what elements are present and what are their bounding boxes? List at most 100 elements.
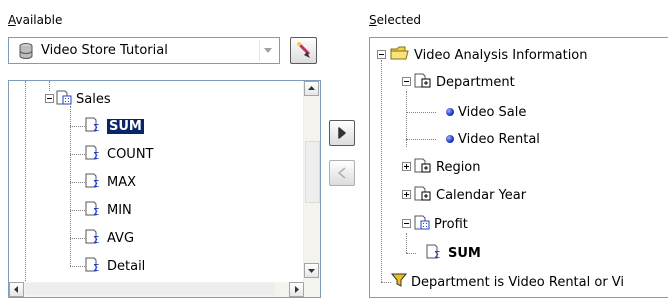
tree-line — [70, 238, 85, 239]
folder-grid-icon — [56, 89, 72, 109]
sigma-icon: Σ — [85, 256, 103, 276]
tree-node-min[interactable]: Σ MIN — [85, 200, 132, 220]
database-icon — [19, 43, 33, 62]
tree-node-region[interactable]: Region — [414, 157, 481, 177]
selected-label: Selected — [369, 13, 421, 27]
collapse-icon[interactable] — [402, 219, 411, 228]
svg-text:Σ: Σ — [93, 179, 99, 188]
available-label-mnemonic: A — [8, 13, 16, 27]
selected-tree[interactable]: Video Analysis Information Department Vi… — [369, 37, 668, 298]
tree-node-label: SUM — [448, 245, 481, 261]
tree-line — [406, 112, 436, 113]
collapse-icon[interactable] — [377, 50, 386, 59]
scroll-down-button[interactable] — [304, 263, 319, 278]
svg-text:Σ: Σ — [93, 207, 99, 216]
tree-line — [70, 106, 71, 266]
tree-node-label: Sales — [76, 91, 111, 107]
svg-text:Σ: Σ — [93, 151, 99, 160]
tree-line — [406, 139, 436, 140]
chevron-right-icon — [295, 286, 299, 293]
tree-node-label: Video Analysis Information — [414, 47, 588, 63]
tree-node-count[interactable]: Σ COUNT — [85, 144, 154, 164]
source-picker-button[interactable] — [290, 37, 317, 64]
available-label-rest: vailable — [15, 13, 63, 27]
collapse-icon[interactable] — [402, 77, 411, 86]
source-dropdown-value: Video Store Tutorial — [41, 43, 168, 58]
tree-node-label: Region — [436, 159, 481, 175]
chevron-up-icon — [308, 86, 315, 90]
tree-node-label: Video Rental — [458, 131, 540, 147]
tree-node-sum[interactable]: Σ SUM — [85, 116, 145, 136]
tree-node-label: MAX — [107, 174, 137, 190]
tree-node-sales[interactable]: Sales — [56, 89, 111, 109]
collapse-icon[interactable] — [45, 94, 54, 103]
tree-node-label-selected: SUM — [106, 117, 145, 135]
chevron-down-icon[interactable] — [259, 40, 277, 61]
expand-icon[interactable] — [402, 190, 411, 199]
tree-line — [381, 282, 391, 283]
sigma-icon: Σ — [85, 116, 103, 136]
expand-icon[interactable] — [402, 162, 411, 171]
tree-line — [70, 126, 85, 127]
sigma-icon: Σ — [85, 144, 103, 164]
folder-grid-icon — [414, 214, 430, 234]
selected-label-rest: elected — [376, 13, 422, 27]
scroll-up-button[interactable] — [304, 81, 319, 96]
scroll-thumb[interactable] — [25, 283, 275, 295]
tree-node-label: AVG — [107, 230, 135, 246]
dimension-icon — [414, 72, 432, 92]
source-dropdown[interactable]: Video Store Tutorial — [8, 37, 280, 64]
dimension-icon — [414, 185, 432, 205]
tree-node-avg[interactable]: Σ AVG — [85, 228, 134, 248]
dot-icon — [446, 108, 454, 116]
sigma-icon: Σ — [85, 172, 103, 192]
tree-line — [406, 253, 416, 254]
tree-node-label: Video Sale — [458, 104, 527, 120]
wand-icon — [296, 42, 312, 63]
tree-line — [406, 233, 407, 253]
tree-node-max[interactable]: Σ MAX — [85, 172, 136, 192]
svg-text:Σ: Σ — [93, 123, 99, 132]
tree-node-label: Profit — [434, 216, 468, 232]
sigma-icon: Σ — [85, 200, 103, 220]
chevron-right-icon — [338, 127, 346, 139]
tree-node-profit-sum[interactable]: Σ SUM — [426, 243, 481, 263]
scroll-right-button[interactable] — [289, 282, 304, 297]
svg-text:Σ: Σ — [93, 263, 99, 272]
filter-icon — [390, 272, 408, 292]
tree-node-label: COUNT — [107, 146, 154, 162]
tree-node-video-rental[interactable]: Video Rental — [446, 129, 540, 149]
svg-text:Σ: Σ — [434, 250, 440, 259]
chevron-left-icon — [337, 167, 346, 179]
tree-node-profit[interactable]: Profit — [414, 214, 468, 234]
remove-button[interactable] — [329, 160, 355, 186]
vertical-scrollbar[interactable] — [303, 81, 320, 297]
tree-line — [70, 154, 85, 155]
add-button[interactable] — [329, 120, 355, 146]
available-tree[interactable]: Sales Σ SUM Σ COUNT Σ MAX Σ MIN Σ AVG Σ … — [8, 80, 321, 298]
scroll-thumb[interactable] — [305, 141, 320, 203]
tree-node-detail[interactable]: Σ Detail — [85, 256, 145, 276]
available-label: Available — [8, 13, 62, 27]
dimension-icon — [414, 157, 432, 177]
tree-line — [25, 81, 26, 281]
tree-node-video-sale[interactable]: Video Sale — [446, 102, 526, 122]
tree-node-condition[interactable]: Department is Video Rental or Vi — [390, 272, 624, 292]
svg-text:Σ: Σ — [93, 235, 99, 244]
selected-label-mnemonic: S — [369, 13, 377, 27]
tree-node-department[interactable]: Department — [414, 72, 515, 92]
tree-line — [49, 81, 50, 91]
tree-line — [70, 266, 85, 267]
chevron-down-icon — [308, 269, 315, 273]
chevron-left-icon — [14, 286, 18, 293]
folder-icon — [390, 45, 410, 65]
scroll-left-button[interactable] — [9, 282, 24, 297]
tree-line — [70, 182, 85, 183]
tree-node-calendar-year[interactable]: Calendar Year — [414, 185, 526, 205]
tree-node-label: Detail — [107, 258, 146, 274]
tree-line — [381, 60, 382, 282]
tree-node-root[interactable]: Video Analysis Information — [390, 45, 588, 65]
tree-node-label: Department — [436, 74, 515, 90]
sigma-icon: Σ — [426, 243, 444, 263]
horizontal-scrollbar[interactable] — [9, 282, 304, 297]
